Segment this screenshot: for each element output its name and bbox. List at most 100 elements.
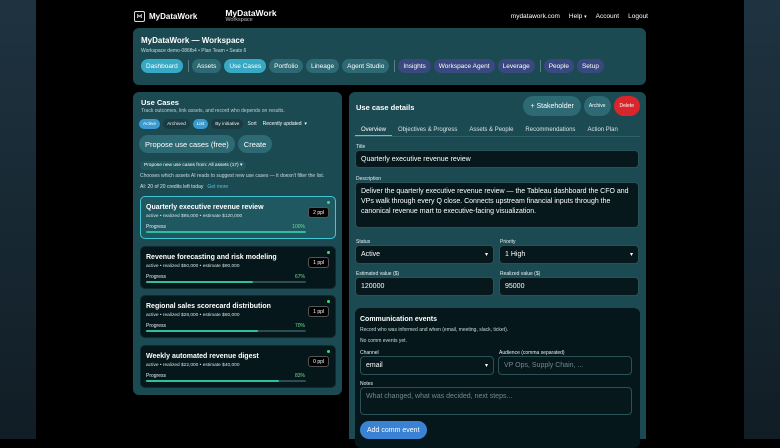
delete-button[interactable]: Delete xyxy=(613,96,640,116)
account-link[interactable]: Account xyxy=(596,13,620,20)
nav-leverage[interactable]: Leverage xyxy=(497,59,535,73)
propose-use-cases-button[interactable]: Propose use cases (free) xyxy=(139,135,235,153)
panel-subtitle: Track outcomes, link assets, and record … xyxy=(141,108,285,114)
nav-lineage[interactable]: Lineage xyxy=(305,59,340,73)
share-icon: ⋈ xyxy=(134,10,145,22)
progress-percent: 67% xyxy=(294,274,305,280)
status-dot xyxy=(327,251,330,254)
use-case-card[interactable]: Weekly automated revenue digest active •… xyxy=(140,345,336,388)
progress-fill xyxy=(146,231,306,233)
nav-agent-studio[interactable]: Agent Studio xyxy=(342,59,390,73)
details-title: Use case details xyxy=(356,103,415,112)
tab-objectives[interactable]: Objectives & Progress xyxy=(392,124,463,136)
chevron-down-icon: ▾ xyxy=(584,13,587,20)
progress-percent: 70% xyxy=(294,323,305,329)
chevron-down-icon: ▾ xyxy=(240,163,243,168)
nav-dashboard[interactable]: Dashboard xyxy=(141,59,183,73)
credits-text: AI: 20 of 20 credits left today xyxy=(140,184,204,190)
chevron-down-icon: ▾ xyxy=(304,121,307,127)
top-links: mydatawork.com Help ▾ Account Logout xyxy=(511,13,648,20)
app: ⋈ MyDataWork MyDataWork Workspace mydata… xyxy=(127,0,653,448)
people-count-badge: 1 ppl xyxy=(308,306,329,317)
progress-label: Progress xyxy=(146,373,167,379)
priority-value: 1 High xyxy=(505,251,526,258)
status-value: Active xyxy=(361,251,381,258)
progress-bar xyxy=(146,231,306,233)
use-case-title: Quarterly executive revenue review xyxy=(146,204,264,211)
logo[interactable]: ⋈ MyDataWork xyxy=(134,10,198,22)
propose-source-select[interactable]: Propose new use cases from: All assets (… xyxy=(140,161,247,170)
use-case-title: Regional sales scorecard distribution xyxy=(146,303,271,310)
background-right xyxy=(744,0,780,439)
action-buttons: Propose use cases (free) Create xyxy=(139,135,273,153)
title-field[interactable]: Quarterly executive revenue review xyxy=(355,150,639,168)
progress-percent: 100% xyxy=(292,224,305,230)
use-case-card[interactable]: Quarterly executive revenue review activ… xyxy=(140,196,336,239)
panel-title: Use Cases xyxy=(141,98,179,107)
nav-use-cases[interactable]: Use Cases xyxy=(224,59,267,73)
divider xyxy=(539,60,541,72)
get-more-link[interactable]: Get more xyxy=(207,184,228,190)
progress-fill xyxy=(146,330,258,332)
brand-name: MyDataWork xyxy=(149,11,198,21)
help-label: Help xyxy=(568,12,583,20)
workspace-subtitle: Workspace xyxy=(225,17,253,23)
filter-bar: Active Archived List By initiative Sort … xyxy=(139,119,307,129)
details-tabs: Overview Objectives & Progress Assets & … xyxy=(355,124,624,136)
create-button[interactable]: Create xyxy=(237,135,273,153)
realized-value-field[interactable]: 95000 xyxy=(499,277,639,296)
workspace-title: MyDataWork xyxy=(225,7,277,18)
logout-link[interactable]: Logout xyxy=(628,13,648,20)
estimated-value-field[interactable]: 120000 xyxy=(355,277,494,296)
use-case-meta: active • realized $95,000 • estimate $12… xyxy=(146,214,243,219)
filter-active[interactable]: Active xyxy=(139,119,161,129)
nav-portfolio[interactable]: Portfolio xyxy=(269,59,303,73)
sort-value: Recently updated xyxy=(262,121,302,127)
progress-percent: 83% xyxy=(294,373,305,379)
audience-input[interactable]: VP Ops, Supply Chain, ... xyxy=(498,356,632,375)
sort-select[interactable]: Recently updated ▾ xyxy=(263,121,307,127)
progress-fill xyxy=(146,380,279,382)
add-comm-event-button[interactable]: Add comm event xyxy=(360,421,427,439)
filter-archived[interactable]: Archived xyxy=(163,119,190,129)
site-link[interactable]: mydatawork.com xyxy=(511,13,560,20)
propose-hint: Chooses which assets AI reads to suggest… xyxy=(140,173,325,179)
comm-title: Communication events xyxy=(360,316,438,323)
workspace-label: MyDataWork Workspace xyxy=(225,7,277,24)
tab-assets-people[interactable]: Assets & People xyxy=(463,124,519,136)
people-count-badge: 1 ppl xyxy=(308,257,329,268)
progress-label: Progress xyxy=(146,274,167,280)
nav-people[interactable]: People xyxy=(543,59,574,73)
main-nav: Dashboard Assets Use Cases Portfolio Lin… xyxy=(141,59,607,73)
progress-bar xyxy=(146,281,306,283)
view-list[interactable]: List xyxy=(192,119,209,129)
archive-button[interactable]: Archive xyxy=(583,96,611,116)
comm-empty-state: No comm events yet. xyxy=(360,338,407,344)
help-menu[interactable]: Help ▾ xyxy=(569,13,587,20)
people-count-badge: 0 ppl xyxy=(308,356,329,367)
use-cases-panel: Use Cases Track outcomes, link assets, a… xyxy=(133,92,342,395)
use-case-card[interactable]: Regional sales scorecard distribution ac… xyxy=(140,295,336,338)
tab-overview[interactable]: Overview xyxy=(355,124,393,136)
nav-assets[interactable]: Assets xyxy=(191,59,222,73)
nav-workspace-agent[interactable]: Workspace Agent xyxy=(433,59,495,73)
progress-label: Progress xyxy=(146,323,167,329)
comm-description: Record who was informed and when (email,… xyxy=(360,327,509,333)
add-stakeholder-button[interactable]: + Stakeholder xyxy=(523,96,581,116)
chevron-down-icon: ▾ xyxy=(484,363,488,369)
background-left xyxy=(0,0,36,439)
status-select[interactable]: Active ▾ xyxy=(355,245,494,264)
nav-setup[interactable]: Setup xyxy=(576,59,604,73)
workspace-header: MyDataWork — Workspace Workspace demo-08… xyxy=(133,28,646,85)
notes-input[interactable]: What changed, what was decided, next ste… xyxy=(360,387,632,415)
channel-select[interactable]: email ▾ xyxy=(360,356,494,375)
tab-recommendations[interactable]: Recommendations xyxy=(519,124,581,136)
view-by-initiative[interactable]: By initiative xyxy=(211,119,244,129)
description-field[interactable]: Deliver the quarterly executive revenue … xyxy=(355,182,639,228)
progress-bar xyxy=(146,330,306,332)
tab-action-plan[interactable]: Action Plan xyxy=(581,124,623,136)
priority-select[interactable]: 1 High ▾ xyxy=(499,245,639,264)
use-case-card[interactable]: Revenue forecasting and risk modeling ac… xyxy=(140,246,336,289)
ai-credits: AI: 20 of 20 credits left today Get more xyxy=(140,184,228,190)
nav-insights[interactable]: Insights xyxy=(398,59,431,73)
